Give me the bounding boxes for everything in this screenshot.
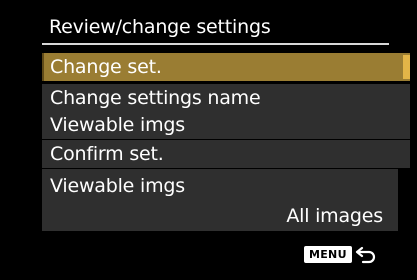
menu-item-viewable-imgs[interactable]: Viewable imgs — [42, 111, 410, 139]
menu-key-label: MENU — [304, 245, 352, 263]
setting-info-panel: Viewable imgs All images — [42, 169, 398, 231]
menu-item-label: Confirm set. — [50, 143, 164, 165]
camera-menu-screen: Review/change settings Change set. Chang… — [0, 0, 417, 280]
info-label: Viewable imgs — [50, 175, 185, 197]
title-divider — [42, 43, 389, 45]
return-arrow-icon — [355, 244, 377, 264]
menu-return-button[interactable]: MENU — [304, 242, 380, 266]
menu-item-change-settings-name[interactable]: Change settings name — [42, 84, 410, 112]
scroll-indicator — [403, 55, 410, 79]
screen-title: Review/change settings — [49, 16, 271, 38]
menu-item-confirm-set[interactable]: Confirm set. — [42, 140, 410, 168]
info-value: All images — [286, 205, 383, 227]
menu-item-label: Viewable imgs — [50, 114, 185, 136]
selection-marker — [42, 53, 44, 81]
menu-item-change-set[interactable]: Change set. — [42, 53, 410, 81]
menu-item-label: Change set. — [50, 56, 162, 78]
menu-item-label: Change settings name — [50, 87, 261, 109]
